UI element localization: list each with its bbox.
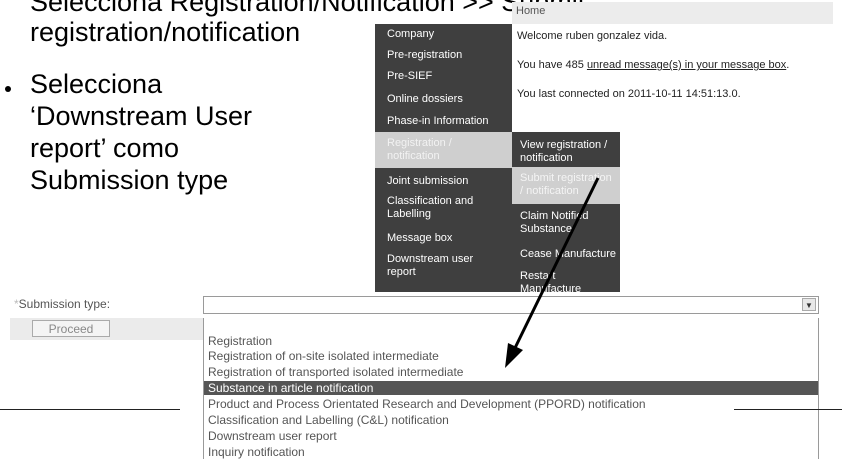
arrow-icon bbox=[505, 177, 600, 368]
